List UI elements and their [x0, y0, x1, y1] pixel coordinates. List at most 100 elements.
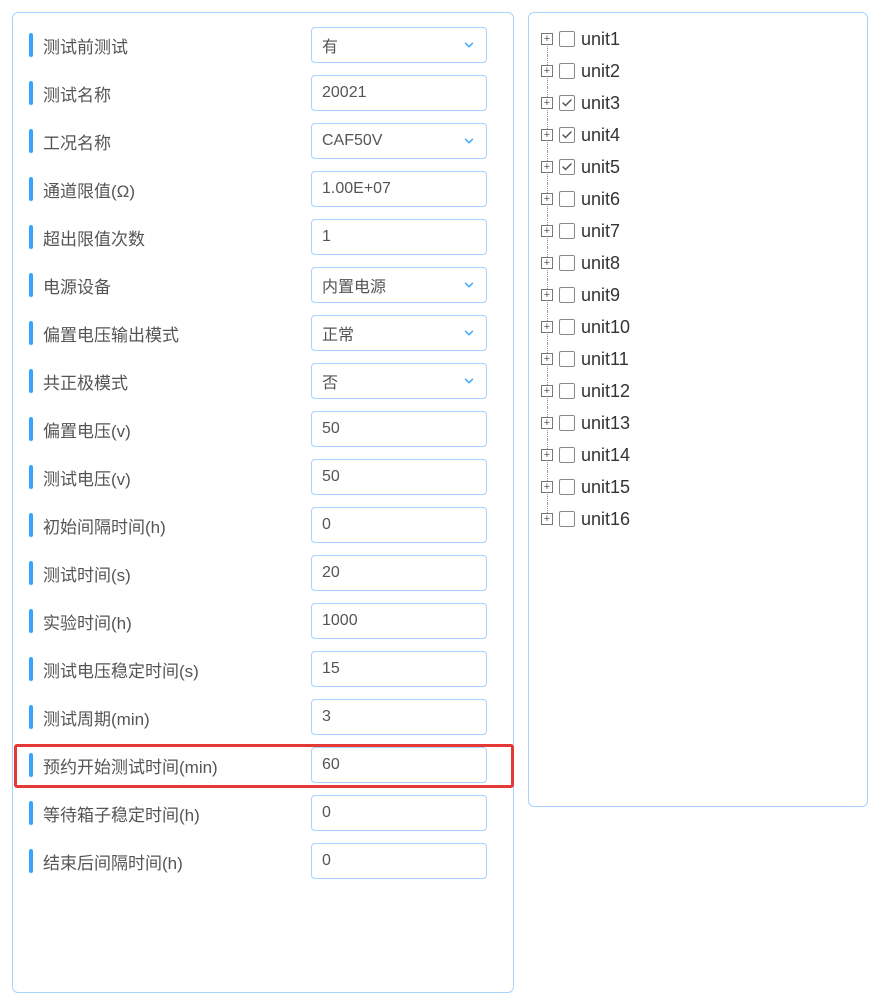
- tree-node-label[interactable]: unit9: [581, 285, 620, 306]
- text-field: [311, 219, 487, 255]
- label-accent-bar: [29, 705, 33, 729]
- tree-node-label[interactable]: unit1: [581, 29, 620, 50]
- text-input[interactable]: [322, 228, 476, 246]
- form-label: 电源设备: [43, 273, 111, 298]
- select-field[interactable]: 有: [311, 27, 487, 63]
- tree-expander[interactable]: +: [541, 193, 553, 205]
- text-input[interactable]: [322, 852, 476, 870]
- tree-node-label[interactable]: unit8: [581, 253, 620, 274]
- select-field[interactable]: 内置电源: [311, 267, 487, 303]
- tree-expander[interactable]: +: [541, 161, 553, 173]
- label-accent-bar: [29, 33, 33, 57]
- label-accent-bar: [29, 129, 33, 153]
- tree-expander[interactable]: +: [541, 417, 553, 429]
- text-input[interactable]: [322, 468, 476, 486]
- form-label-wrap: 测试周期(min): [29, 705, 311, 730]
- tree-node-label[interactable]: unit16: [581, 509, 630, 530]
- label-accent-bar: [29, 273, 33, 297]
- form-label-wrap: 超出限值次数: [29, 225, 311, 250]
- select-field[interactable]: 正常: [311, 315, 487, 351]
- tree-node: + unit9: [541, 279, 855, 311]
- form-label-wrap: 偏置电压输出模式: [29, 321, 311, 346]
- text-input[interactable]: [322, 756, 476, 774]
- form-label-wrap: 偏置电压(v): [29, 417, 311, 442]
- form-row: 工况名称CAF50V: [29, 123, 497, 159]
- tree-node: + unit5: [541, 151, 855, 183]
- tree-node-label[interactable]: unit7: [581, 221, 620, 242]
- tree-expander[interactable]: +: [541, 65, 553, 77]
- tree-node-label[interactable]: unit15: [581, 477, 630, 498]
- form-label: 偏置电压输出模式: [43, 321, 179, 346]
- tree-expander[interactable]: +: [541, 449, 553, 461]
- tree-node: + unit3: [541, 87, 855, 119]
- tree-panel: + unit1 + unit2 + unit3 + unit4 + unit5 + unit6 + uni…: [528, 12, 868, 807]
- tree-checkbox[interactable]: [559, 383, 575, 399]
- tree-checkbox[interactable]: [559, 31, 575, 47]
- tree-checkbox[interactable]: [559, 63, 575, 79]
- tree-node-label[interactable]: unit11: [581, 349, 629, 370]
- form-label-wrap: 测试电压稳定时间(s): [29, 657, 311, 682]
- form-label: 测试名称: [43, 81, 111, 106]
- text-input[interactable]: [322, 804, 476, 822]
- tree-node-label[interactable]: unit3: [581, 93, 620, 114]
- text-input[interactable]: [322, 516, 476, 534]
- form-label-wrap: 共正极模式: [29, 369, 311, 394]
- tree-checkbox[interactable]: [559, 255, 575, 271]
- tree-checkbox[interactable]: [559, 319, 575, 335]
- tree-expander[interactable]: +: [541, 257, 553, 269]
- tree-expander[interactable]: +: [541, 353, 553, 365]
- label-accent-bar: [29, 561, 33, 585]
- tree-node-label[interactable]: unit5: [581, 157, 620, 178]
- form-label-wrap: 预约开始测试时间(min): [29, 753, 311, 778]
- chevron-down-icon: [462, 278, 476, 292]
- chevron-down-icon: [462, 374, 476, 388]
- tree-node-label[interactable]: unit13: [581, 413, 630, 434]
- tree-checkbox[interactable]: [559, 479, 575, 495]
- tree-expander[interactable]: +: [541, 513, 553, 525]
- text-input[interactable]: [322, 420, 476, 438]
- tree-node: + unit6: [541, 183, 855, 215]
- tree-expander[interactable]: +: [541, 289, 553, 301]
- form-row: 测试时间(s): [29, 555, 497, 591]
- tree-expander[interactable]: +: [541, 129, 553, 141]
- tree-checkbox[interactable]: [559, 127, 575, 143]
- select-field[interactable]: CAF50V: [311, 123, 487, 159]
- form-label-wrap: 实验时间(h): [29, 609, 311, 634]
- tree-expander[interactable]: +: [541, 385, 553, 397]
- form-row: 等待箱子稳定时间(h): [29, 795, 497, 831]
- tree-checkbox[interactable]: [559, 447, 575, 463]
- tree-checkbox[interactable]: [559, 351, 575, 367]
- tree-node-label[interactable]: unit6: [581, 189, 620, 210]
- text-input[interactable]: [322, 180, 476, 198]
- text-input[interactable]: [322, 660, 476, 678]
- text-input[interactable]: [322, 564, 476, 582]
- tree-node: + unit10: [541, 311, 855, 343]
- tree-expander[interactable]: +: [541, 33, 553, 45]
- tree-expander[interactable]: +: [541, 97, 553, 109]
- tree-checkbox[interactable]: [559, 191, 575, 207]
- tree-checkbox[interactable]: [559, 159, 575, 175]
- tree-checkbox[interactable]: [559, 287, 575, 303]
- select-field[interactable]: 否: [311, 363, 487, 399]
- tree-expander[interactable]: +: [541, 481, 553, 493]
- text-input[interactable]: [322, 612, 476, 630]
- tree-expander[interactable]: +: [541, 321, 553, 333]
- tree-node-label[interactable]: unit12: [581, 381, 630, 402]
- tree-node-label[interactable]: unit14: [581, 445, 630, 466]
- form-label-wrap: 等待箱子稳定时间(h): [29, 801, 311, 826]
- tree-checkbox[interactable]: [559, 223, 575, 239]
- tree-node: + unit8: [541, 247, 855, 279]
- label-accent-bar: [29, 657, 33, 681]
- text-input[interactable]: [322, 84, 476, 102]
- tree-checkbox[interactable]: [559, 511, 575, 527]
- tree-checkbox[interactable]: [559, 95, 575, 111]
- form-row: 测试前测试有: [29, 27, 497, 63]
- text-field: [311, 507, 487, 543]
- text-input[interactable]: [322, 708, 476, 726]
- tree-node-label[interactable]: unit2: [581, 61, 620, 82]
- form-label: 超出限值次数: [43, 225, 145, 250]
- tree-node-label[interactable]: unit10: [581, 317, 630, 338]
- tree-checkbox[interactable]: [559, 415, 575, 431]
- tree-node-label[interactable]: unit4: [581, 125, 620, 146]
- tree-expander[interactable]: +: [541, 225, 553, 237]
